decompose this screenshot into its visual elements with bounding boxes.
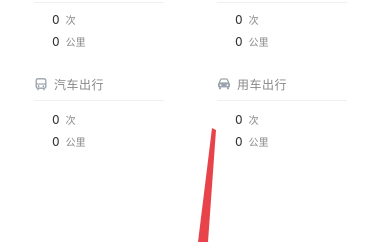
travel-stats-panel: 0 次 0 公里 0 次 0 公里 汽车出行 0 次 0 公里 用车出行 0 次…	[0, 0, 378, 242]
annotation-arrow	[198, 128, 216, 242]
arrow-shaft	[198, 128, 216, 242]
